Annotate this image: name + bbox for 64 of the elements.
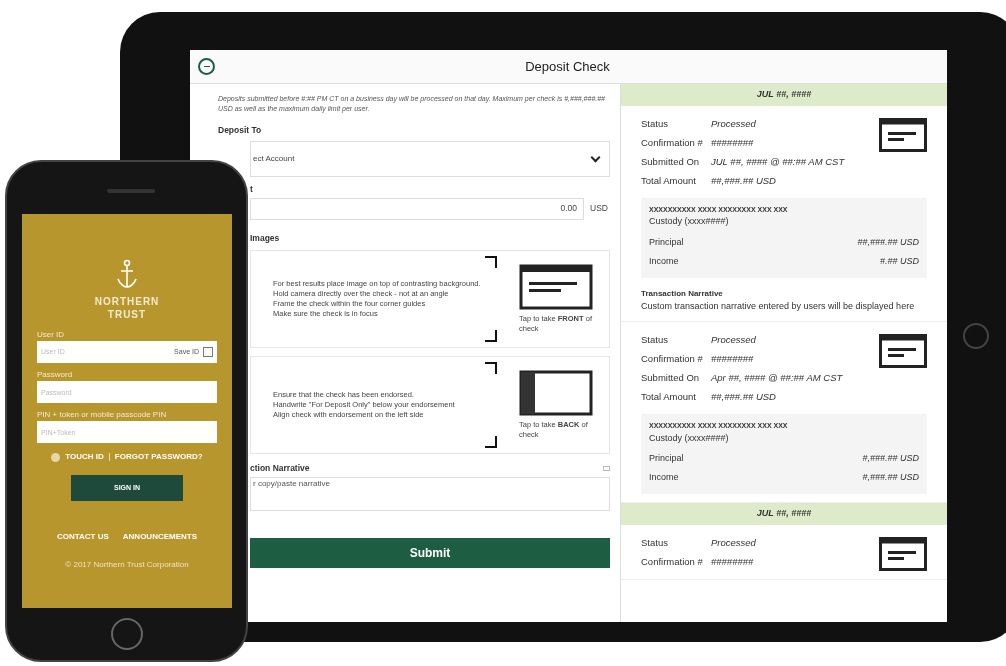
field-label: User ID	[37, 329, 66, 341]
corner-guide-icon	[485, 362, 497, 375]
field-value: ########	[711, 135, 754, 150]
corner-guide-icon	[485, 330, 497, 343]
capture-card[interactable]	[250, 250, 610, 349]
corner-guide-icon	[485, 436, 497, 449]
check-image-icon	[879, 117, 927, 152]
brand-text: TRUST	[106, 308, 148, 321]
field-value: #,###.## USD	[862, 471, 919, 484]
field-value: Apr ##, #### @ ##:## AM CST	[711, 371, 843, 385]
field-label: Confirmation #	[641, 352, 704, 366]
field-value: #,###.## USD	[862, 452, 919, 465]
field-label: Deposit To	[218, 124, 263, 137]
corner-guide-icon	[485, 256, 497, 269]
field-label: Status	[641, 333, 669, 347]
field-value: ##,###.## USD	[857, 235, 919, 249]
field-label: Total Amount	[641, 390, 697, 404]
field-label: Submitted On	[641, 154, 701, 169]
field-label: Income	[649, 254, 679, 268]
field-label: Total Amount	[641, 173, 697, 188]
menu-icon[interactable]	[198, 58, 215, 75]
date-header: JUL ##, ####	[621, 503, 947, 525]
page-title: Deposit Check	[524, 57, 611, 76]
field-value: ########	[711, 554, 754, 569]
field-value: Processed	[711, 535, 756, 550]
field-label: ction Narrative	[250, 462, 310, 475]
copyright-text: © 2017 Northern Trust Corporation	[64, 559, 190, 571]
field-label: Confirmation #	[641, 135, 704, 150]
submit-button[interactable]: Submit	[250, 538, 610, 568]
field-label: Confirmation #	[641, 554, 704, 569]
field-label: Status	[641, 116, 669, 131]
field-label: Principal	[649, 235, 684, 249]
amount-field[interactable]: 0.00	[250, 197, 585, 220]
account-select[interactable]: ect Account	[250, 140, 610, 177]
narrative-field[interactable]: r copy/paste narrative	[250, 477, 610, 511]
currency-label: USD	[590, 202, 608, 215]
field-value: Processed	[711, 116, 756, 131]
home-button-icon[interactable]	[111, 618, 143, 650]
field-value: ########	[711, 352, 754, 366]
check-front-icon	[519, 264, 593, 311]
field-label: PIN + token or mobile passcode PIN	[37, 409, 168, 421]
field-value: ##,###.## USD	[711, 173, 776, 188]
field-value: #.## USD	[879, 254, 919, 268]
check-image-icon	[879, 334, 927, 368]
save-id-checkbox[interactable]	[203, 347, 213, 357]
field-value: Processed	[711, 333, 756, 347]
date-header: JUL ##, ####	[621, 84, 947, 106]
brand-text: NORTHERN	[94, 295, 160, 308]
account-name: Custody (xxxx####)	[649, 215, 730, 228]
field-label: t	[250, 182, 254, 196]
check-back-icon	[519, 370, 593, 417]
narrative-text: Custom transaction narrative entered by users will be displayed here	[641, 299, 916, 313]
anchor-logo-icon	[115, 259, 139, 289]
section-label: Images	[250, 231, 281, 245]
field-label: Principal	[649, 452, 684, 465]
field-label: Password	[37, 369, 74, 381]
account-name: Custody (xxxx####)	[649, 431, 730, 445]
field-value: JUL ##, #### @ ##:## AM CST	[711, 154, 845, 169]
field-label: Income	[649, 471, 679, 484]
field-label: Status	[641, 535, 669, 550]
narrative-label: Transaction Narrative	[641, 287, 724, 300]
check-image-icon	[879, 536, 927, 571]
field-label: Submitted On	[641, 371, 701, 385]
field-value: ##,###.## USD	[711, 390, 776, 404]
